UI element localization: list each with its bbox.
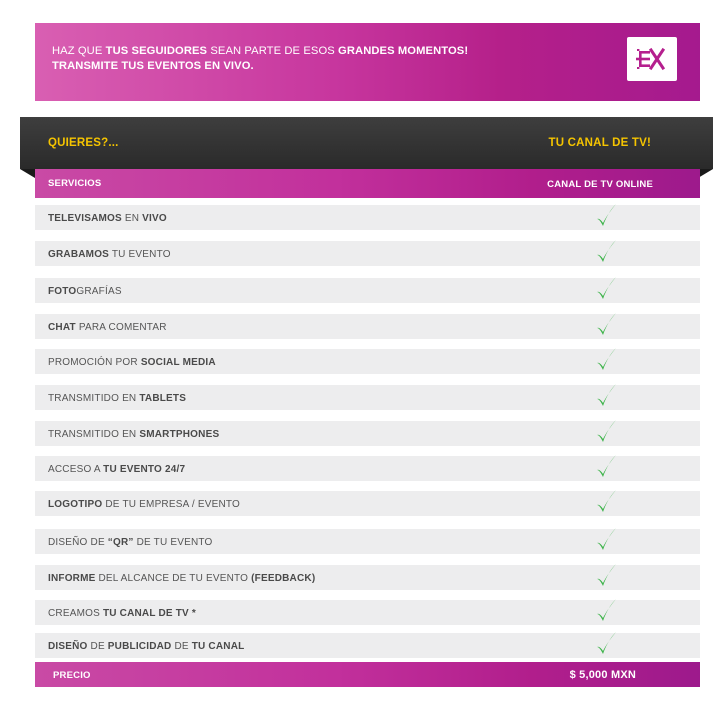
text-segment: DE TU EMPRESA / EVENTO	[102, 499, 240, 510]
service-row: CHAT PARA COMENTAR	[35, 313, 700, 339]
text-segment: GRANDES MOMENTOS!	[338, 45, 469, 57]
plan-column-label: CANAL DE TV ONLINE	[547, 179, 653, 190]
text-segment: TUS SEGUIDORES	[105, 45, 208, 57]
text-segment: DE TU EVENTO	[133, 537, 213, 548]
text-segment: TU CANAL DE TV	[102, 608, 189, 619]
checkmark-icon	[594, 346, 618, 379]
service-row: TRANSMITIDO EN SMARTPHONES	[35, 420, 700, 446]
service-row: TRANSMITIDO EN TABLETS	[35, 384, 700, 410]
price-value: $ 5,000 MXN	[569, 669, 636, 681]
text-segment: TU CANAL	[191, 641, 245, 652]
banner-line-1: HAZ QUE TUS SEGUIDORES SEAN PARTE DE ESO…	[52, 44, 468, 59]
service-row: INFORME DEL ALCANCE DE TU EVENTO (FEEDBA…	[35, 564, 700, 590]
checkmark-icon	[594, 311, 618, 344]
service-label: PROMOCIÓN POR SOCIAL MEDIA	[48, 357, 216, 368]
text-segment: EN	[121, 213, 143, 224]
text-segment: DISEÑO	[48, 641, 88, 652]
checkmark-icon	[594, 597, 618, 630]
text-segment: *	[188, 608, 196, 619]
text-segment: HAZ QUE	[52, 45, 106, 57]
service-row: FOTOGRAFÍAS	[35, 277, 700, 303]
promo-banner: HAZ QUE TUS SEGUIDORES SEAN PARTE DE ESO…	[35, 23, 700, 101]
service-label: GRABAMOS TU EVENTO	[48, 249, 171, 260]
text-segment: TRANSMITIDO EN	[48, 393, 140, 404]
service-row: ACCESO A TU EVENTO 24/7	[35, 455, 700, 481]
checkmark-icon	[594, 562, 618, 595]
service-label: INFORME DEL ALCANCE DE TU EVENTO (FEEDBA…	[48, 573, 315, 584]
service-label: TRANSMITIDO EN SMARTPHONES	[48, 429, 219, 440]
text-segment: TELEVISAMOS	[48, 213, 122, 224]
service-row: DISEÑO DE “QR” DE TU EVENTO	[35, 528, 700, 554]
text-segment: TRANSMITIDO EN	[48, 429, 140, 440]
text-segment: INFORME	[48, 573, 96, 584]
text-segment: PROMOCIÓN POR	[48, 357, 141, 368]
service-row: TELEVISAMOS EN VIVO	[35, 204, 700, 230]
banner-text: HAZ QUE TUS SEGUIDORES SEAN PARTE DE ESO…	[52, 44, 468, 74]
text-segment: CHAT	[48, 322, 76, 333]
service-row: LOGOTIPO DE TU EMPRESA / EVENTO	[35, 490, 700, 516]
text-segment: VIVO	[142, 213, 167, 224]
checkmark-icon	[594, 453, 618, 486]
checkmark-icon	[594, 202, 618, 235]
service-label: ACCESO A TU EVENTO 24/7	[48, 464, 185, 475]
checkmark-icon	[594, 418, 618, 451]
services-label: SERVICIOS	[48, 178, 102, 189]
service-label: FOTOGRAFÍAS	[48, 286, 122, 297]
service-row: DISEÑO DE PUBLICIDAD DE TU CANAL	[35, 632, 700, 658]
checkmark-icon	[594, 275, 618, 308]
service-label: TRANSMITIDO EN TABLETS	[48, 393, 186, 404]
ribbon-fold-left	[20, 169, 35, 178]
checkmark-icon	[594, 526, 618, 559]
text-segment: “QR”	[107, 537, 134, 548]
header-question: QUIERES?...	[48, 137, 119, 149]
text-segment: SEAN PARTE DE ESOS	[207, 45, 339, 57]
ex-logo-icon	[627, 37, 677, 81]
text-segment: FOTO	[48, 286, 77, 297]
text-segment: TABLETS	[139, 393, 187, 404]
price-row: PRECIO $ 5,000 MXN	[35, 662, 700, 687]
text-segment: TRANSMITE TUS EVENTOS EN VIVO.	[52, 60, 254, 72]
checkmark-icon	[594, 382, 618, 415]
checkmark-icon	[594, 488, 618, 521]
service-label: TELEVISAMOS EN VIVO	[48, 213, 167, 224]
comparison-header: QUIERES?... TU CANAL DE TV!	[20, 117, 713, 169]
text-segment: DEL ALCANCE DE TU EVENTO	[95, 573, 252, 584]
text-segment: PUBLICIDAD	[107, 641, 172, 652]
text-segment: TU EVENTO 24/7	[103, 464, 186, 475]
service-row: CREAMOS TU CANAL DE TV *	[35, 599, 700, 625]
text-segment: CREAMOS	[48, 608, 103, 619]
service-label: CREAMOS TU CANAL DE TV *	[48, 608, 196, 619]
text-segment: SMARTPHONES	[139, 429, 220, 440]
service-label: DISEÑO DE PUBLICIDAD DE TU CANAL	[48, 641, 244, 652]
service-label: CHAT PARA COMENTAR	[48, 322, 167, 333]
price-label: PRECIO	[53, 670, 91, 681]
text-segment: SOCIAL MEDIA	[140, 357, 216, 368]
service-label: DISEÑO DE “QR” DE TU EVENTO	[48, 537, 213, 548]
text-segment: LOGOTIPO	[48, 499, 103, 510]
text-segment: DE	[87, 641, 108, 652]
text-segment: GRABAMOS	[48, 249, 110, 260]
text-segment: (FEEDBACK)	[251, 573, 316, 584]
checkmark-icon	[594, 238, 618, 271]
services-header: SERVICIOS CANAL DE TV ONLINE	[35, 169, 700, 198]
service-label: LOGOTIPO DE TU EMPRESA / EVENTO	[48, 499, 240, 510]
banner-line-2: TRANSMITE TUS EVENTOS EN VIVO.	[52, 59, 468, 74]
text-segment: DE	[171, 641, 192, 652]
text-segment: DISEÑO DE	[48, 537, 108, 548]
service-row: PROMOCIÓN POR SOCIAL MEDIA	[35, 348, 700, 374]
text-segment: TU EVENTO	[109, 249, 171, 260]
checkmark-icon	[594, 630, 618, 663]
ribbon-fold-right	[698, 169, 713, 178]
text-segment: GRAFÍAS	[76, 286, 122, 297]
text-segment: ACCESO A	[48, 464, 104, 475]
header-plan-title: TU CANAL DE TV!	[548, 137, 651, 149]
text-segment: PARA COMENTAR	[75, 322, 167, 333]
service-row: GRABAMOS TU EVENTO	[35, 240, 700, 266]
